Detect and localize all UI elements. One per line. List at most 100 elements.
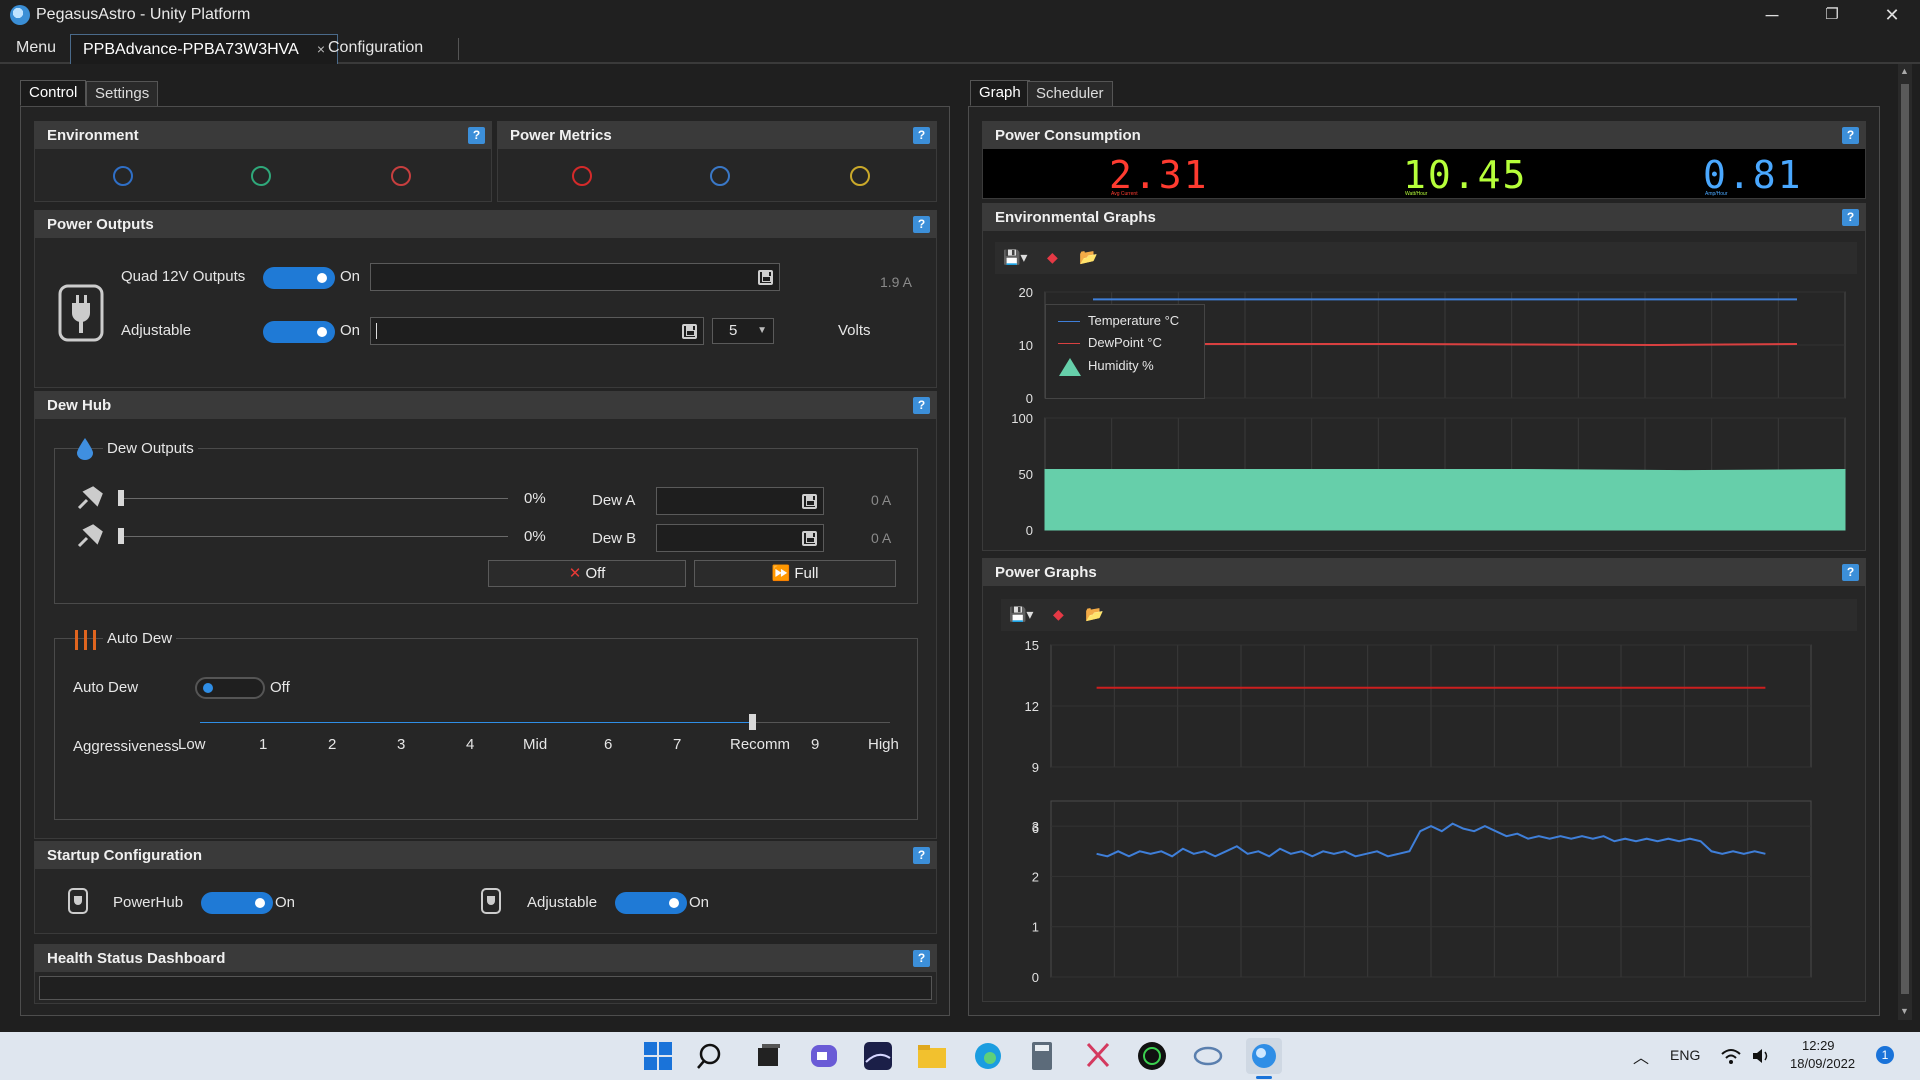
help-icon[interactable]: ? bbox=[913, 216, 930, 233]
aggressiveness-slider-thumb[interactable] bbox=[749, 714, 756, 730]
dew-b-name-input[interactable] bbox=[656, 524, 824, 552]
env-graph-toolbar: 💾▾ ◆ 📂 bbox=[995, 242, 1857, 274]
folder-open-icon[interactable]: 📂 bbox=[1085, 605, 1104, 623]
subtab-graph[interactable]: Graph bbox=[970, 80, 1030, 106]
file-explorer-icon[interactable] bbox=[914, 1038, 950, 1074]
adjustable-toggle[interactable] bbox=[263, 321, 335, 343]
help-icon[interactable]: ? bbox=[468, 127, 485, 144]
save-icon[interactable] bbox=[758, 270, 773, 285]
edge-browser-icon[interactable] bbox=[970, 1038, 1006, 1074]
clock-time[interactable]: 12:29 bbox=[1802, 1038, 1835, 1053]
auto-dew-state: Off bbox=[270, 679, 290, 696]
env-legend: Temperature °C DewPoint °C Humidity % bbox=[1045, 304, 1205, 399]
stellarium-app-icon[interactable] bbox=[860, 1038, 896, 1074]
dew-off-button[interactable]: ✕ Off bbox=[488, 560, 686, 587]
dew-a-name-input[interactable] bbox=[656, 487, 824, 515]
eraser-icon[interactable]: ◆ bbox=[1047, 249, 1058, 266]
help-icon[interactable]: ? bbox=[1842, 127, 1859, 144]
aggressiveness-tick: 2 bbox=[328, 736, 337, 753]
legend-temperature: Temperature °C bbox=[1088, 313, 1180, 328]
help-icon[interactable]: ? bbox=[1842, 564, 1859, 581]
left-pane: Environment ? Power Metrics ? Power Outp… bbox=[20, 106, 950, 1016]
powerhub-startup-toggle[interactable] bbox=[201, 892, 273, 914]
aggressiveness-tick: Mid bbox=[523, 736, 548, 753]
folder-open-icon[interactable]: 📂 bbox=[1079, 248, 1098, 266]
dew-b-label: Dew B bbox=[592, 530, 637, 547]
dew-a-slider-thumb[interactable] bbox=[118, 490, 124, 506]
save-menu-icon[interactable]: 💾▾ bbox=[1003, 249, 1027, 266]
windows-start-icon[interactable] bbox=[640, 1038, 676, 1074]
save-icon[interactable] bbox=[802, 531, 817, 546]
y-tick-label: 100 bbox=[1011, 411, 1033, 426]
chat-icon[interactable] bbox=[806, 1038, 842, 1074]
help-icon[interactable]: ? bbox=[913, 127, 930, 144]
env-graphs-title: Environmental Graphs bbox=[995, 209, 1156, 226]
env-graphs-section: Environmental Graphs ? 💾▾ ◆ 📂 20 10 0 100 50… bbox=[982, 203, 1866, 551]
dew-a-slider-track[interactable] bbox=[120, 498, 508, 499]
tab-configuration[interactable]: Configuration bbox=[316, 34, 435, 64]
cloud-app-icon[interactable] bbox=[1190, 1038, 1226, 1074]
show-hidden-icons-chevron-up-icon[interactable]: ︿ bbox=[1633, 1044, 1649, 1068]
adjustable-name-input[interactable] bbox=[370, 317, 704, 345]
tab-device[interactable]: PPBAdvance-PPBA73W3HVA × bbox=[70, 34, 338, 64]
pegasus-unity-taskbar-icon[interactable] bbox=[1246, 1038, 1282, 1074]
maximize-button[interactable]: ❐ bbox=[1812, 3, 1852, 27]
y-tick-label: 3 bbox=[1032, 819, 1039, 834]
auto-dew-toggle[interactable] bbox=[195, 677, 265, 699]
legend-humidity: Humidity % bbox=[1088, 358, 1154, 373]
heater-bars-icon bbox=[75, 630, 96, 650]
dew-hub-header: Dew Hub ? bbox=[35, 392, 936, 419]
snipping-tool-icon[interactable] bbox=[1080, 1038, 1116, 1074]
adjustable-label: Adjustable bbox=[121, 322, 192, 339]
quad-outputs-toggle[interactable] bbox=[263, 267, 335, 289]
dew-b-slider-thumb[interactable] bbox=[118, 528, 124, 544]
phd-guiding-icon[interactable] bbox=[1134, 1038, 1170, 1074]
language-indicator[interactable]: ENG bbox=[1670, 1047, 1700, 1063]
scroll-up-icon[interactable]: ▲ bbox=[1900, 66, 1909, 76]
voltage-select[interactable]: 5 ▼ bbox=[712, 318, 774, 344]
y-tick-label: 9 bbox=[1032, 760, 1039, 775]
search-icon[interactable] bbox=[694, 1038, 730, 1074]
dew-outputs-title: Dew Outputs bbox=[103, 440, 198, 457]
dew-full-button[interactable]: ⏩ Full bbox=[694, 560, 896, 587]
save-icon[interactable] bbox=[802, 494, 817, 509]
voltage-gauge-icon bbox=[710, 166, 730, 186]
plug-icon bbox=[481, 888, 501, 914]
task-view-icon[interactable] bbox=[750, 1038, 786, 1074]
help-icon[interactable]: ? bbox=[1842, 209, 1859, 226]
subtab-scheduler[interactable]: Scheduler bbox=[1027, 81, 1113, 107]
aggressiveness-slider-track[interactable] bbox=[200, 722, 890, 723]
chevron-down-icon: ▼ bbox=[757, 325, 767, 336]
right-pane: Power Consumption ? 2.31 Avg Current 10.… bbox=[968, 106, 1880, 1016]
scrollbar-thumb[interactable] bbox=[1901, 84, 1909, 994]
calculator-icon[interactable] bbox=[1024, 1038, 1060, 1074]
subtab-control[interactable]: Control bbox=[20, 80, 87, 106]
aggressiveness-tick: High bbox=[868, 736, 899, 753]
eraser-icon[interactable]: ◆ bbox=[1053, 606, 1064, 623]
help-icon[interactable]: ? bbox=[913, 847, 930, 864]
power-gauge-icon bbox=[850, 166, 870, 186]
help-icon[interactable]: ? bbox=[913, 950, 930, 967]
close-button[interactable]: ✕ bbox=[1872, 3, 1912, 27]
quad-outputs-name-input[interactable] bbox=[370, 263, 780, 291]
auto-dew-label: Auto Dew bbox=[73, 679, 139, 696]
save-menu-icon[interactable]: 💾▾ bbox=[1009, 606, 1033, 623]
scroll-down-icon[interactable]: ▼ bbox=[1900, 1006, 1909, 1016]
volume-icon[interactable] bbox=[1750, 1046, 1772, 1066]
startup-config-title: Startup Configuration bbox=[47, 847, 202, 864]
vertical-scrollbar[interactable]: ▲ ▼ bbox=[1898, 64, 1912, 1020]
notification-badge[interactable]: 1 bbox=[1876, 1046, 1894, 1064]
power-graphs-header: Power Graphs ? bbox=[983, 559, 1865, 586]
tab-menu[interactable]: Menu bbox=[4, 34, 68, 64]
adjustable-startup-toggle[interactable] bbox=[615, 892, 687, 914]
aggressiveness-slider-fill bbox=[200, 722, 752, 723]
minimize-button[interactable]: ─ bbox=[1752, 3, 1792, 27]
subtab-settings[interactable]: Settings bbox=[86, 81, 159, 107]
aggressiveness-label: Aggressiveness bbox=[73, 738, 179, 755]
clock-date[interactable]: 18/09/2022 bbox=[1790, 1056, 1855, 1071]
power-metrics-title: Power Metrics bbox=[510, 127, 612, 144]
help-icon[interactable]: ? bbox=[913, 397, 930, 414]
wifi-icon[interactable] bbox=[1720, 1046, 1742, 1066]
dew-b-slider-track[interactable] bbox=[120, 536, 508, 537]
save-icon[interactable] bbox=[682, 324, 697, 339]
